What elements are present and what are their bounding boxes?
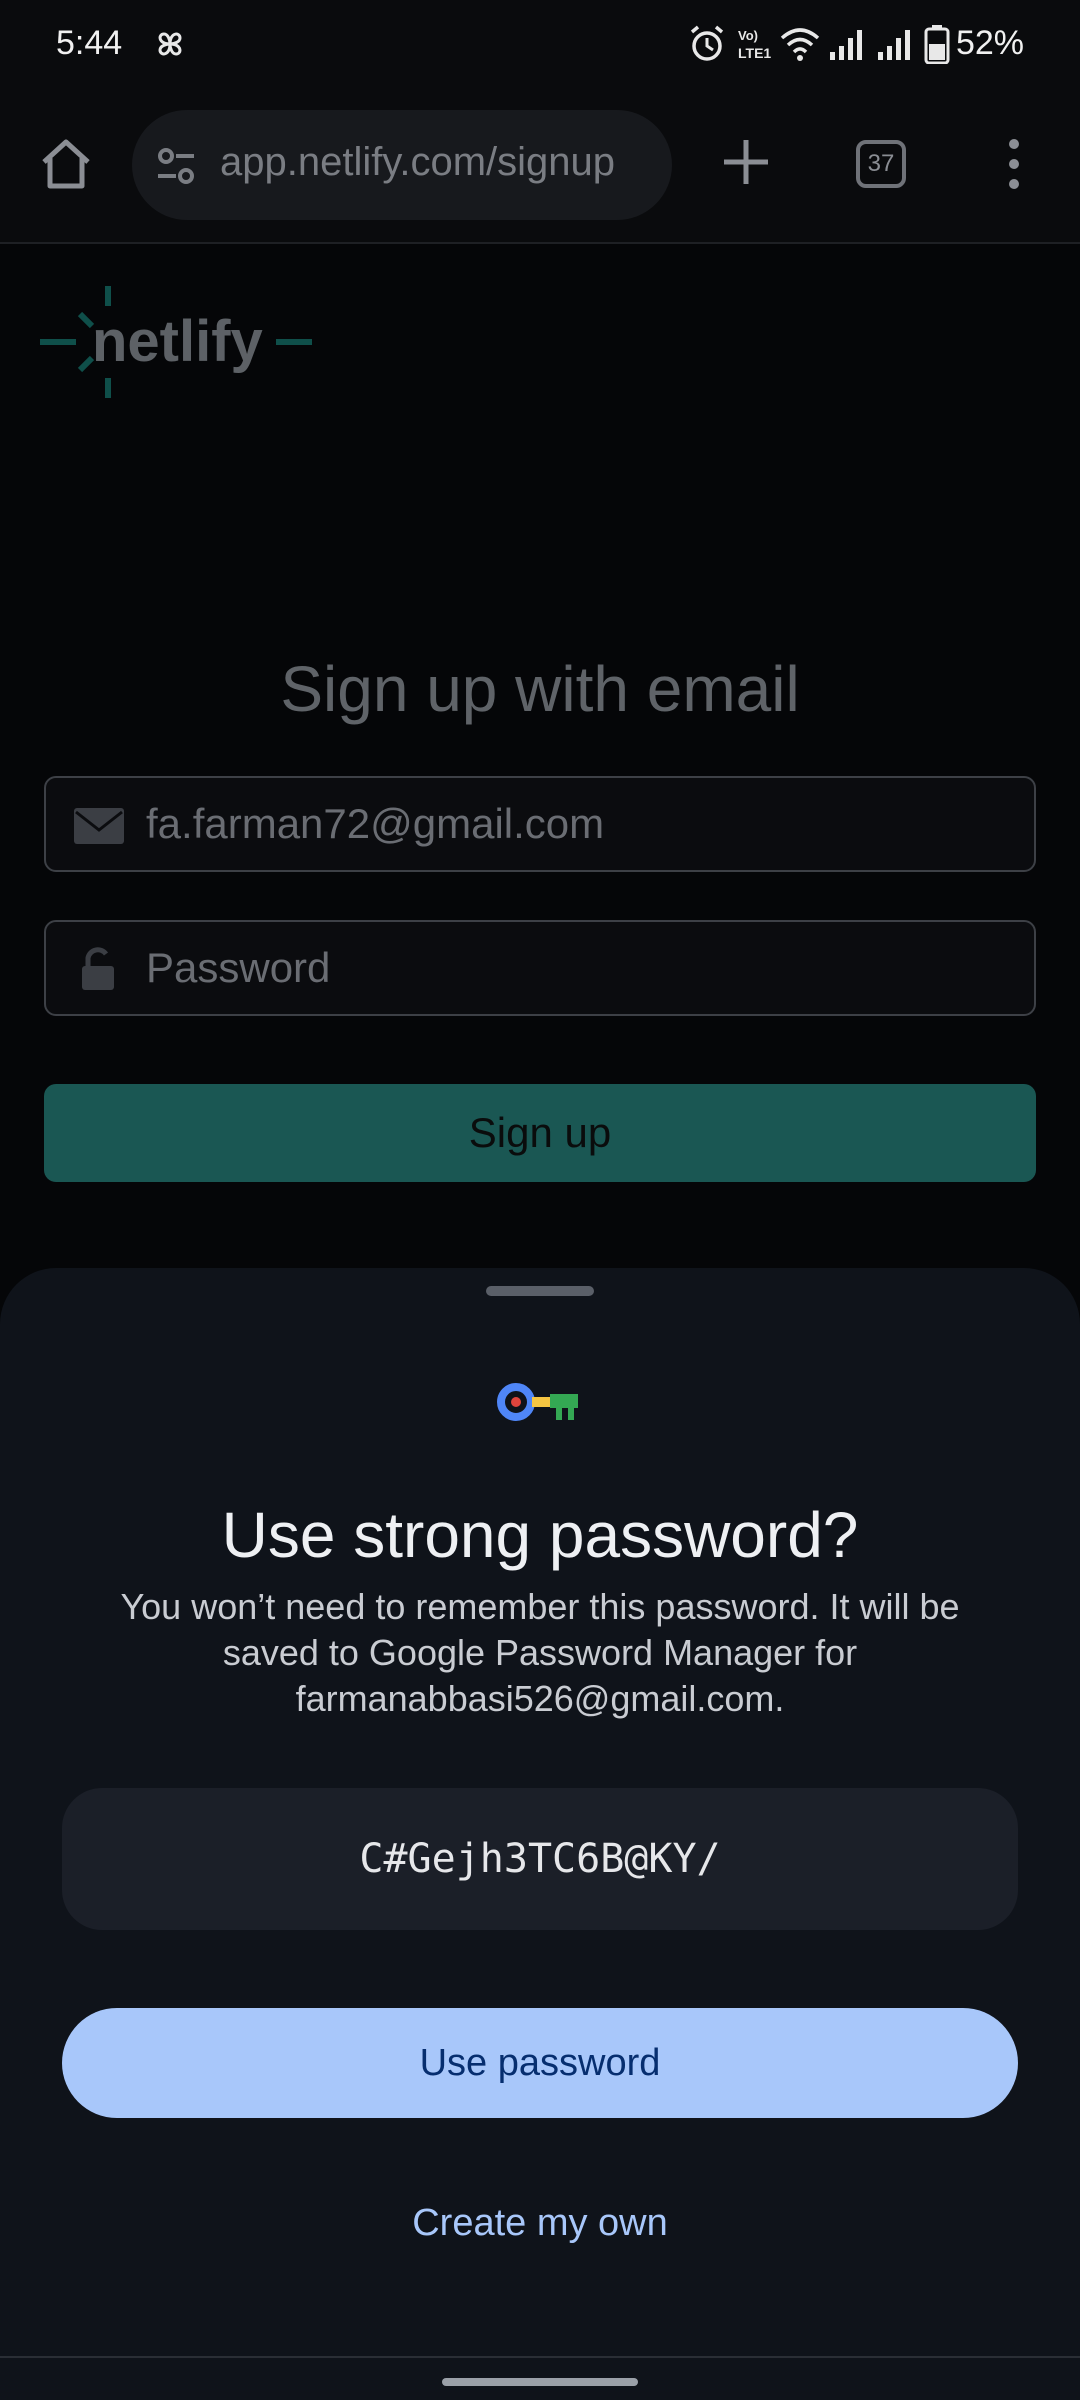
generated-password: C#Gejh3TC6B@KY/	[62, 1788, 1018, 1930]
gesture-navigation-bar[interactable]	[442, 2378, 638, 2386]
envelope-icon	[74, 808, 124, 844]
new-tab-icon[interactable]	[716, 132, 776, 192]
password-field[interactable]: Password	[44, 920, 1036, 1016]
tab-switcher-button[interactable]: 37	[856, 140, 906, 188]
divider	[0, 2356, 1080, 2358]
email-value: fa.farman72@gmail.com	[146, 800, 605, 847]
key-icon	[497, 1383, 578, 1421]
svg-text:Vo): Vo)	[738, 28, 758, 43]
signup-button[interactable]: Sign up	[44, 1084, 1036, 1182]
battery-icon	[924, 25, 950, 64]
browser-toolbar: app.netlify.com/signup 37	[0, 88, 1080, 244]
home-icon[interactable]	[36, 134, 96, 194]
status-time: 5:44	[56, 24, 123, 62]
pinwheel-icon	[158, 32, 182, 56]
alarm-icon	[690, 25, 724, 61]
volte-icon: Vo) LTE1	[738, 28, 771, 61]
drag-handle[interactable]	[486, 1286, 594, 1296]
more-options-icon[interactable]	[996, 136, 1032, 192]
status-bar: 5:44 Vo) LTE1 52%	[0, 0, 1080, 88]
netlify-logo: netlify	[40, 284, 320, 400]
password-placeholder: Password	[146, 944, 331, 991]
email-field[interactable]: fa.farman72@gmail.com	[44, 776, 1036, 872]
create-my-own-button[interactable]: Create my own	[0, 2188, 1080, 2258]
url-text: app.netlify.com/signup	[220, 140, 616, 184]
signal-icon	[878, 30, 910, 60]
url-bar[interactable]: app.netlify.com/signup	[132, 110, 672, 220]
signal-icon	[830, 30, 862, 60]
page-title: Sign up with email	[280, 653, 800, 725]
logo-text: netlify	[92, 309, 263, 374]
wifi-icon	[780, 28, 820, 61]
password-suggestion-sheet: Use strong password? You won’t need to r…	[0, 1268, 1080, 2400]
sheet-description: You won’t need to remember this password…	[120, 1586, 960, 1719]
site-settings-icon[interactable]	[154, 144, 198, 188]
battery-percent: 52%	[955, 24, 1024, 62]
signup-page: netlify Sign up with email fa.farman72@g…	[0, 244, 1080, 1264]
use-password-button[interactable]: Use password	[62, 2008, 1018, 2118]
sheet-title: Use strong password?	[221, 1499, 859, 1571]
svg-text:LTE1: LTE1	[738, 45, 771, 61]
lock-icon	[82, 947, 114, 990]
